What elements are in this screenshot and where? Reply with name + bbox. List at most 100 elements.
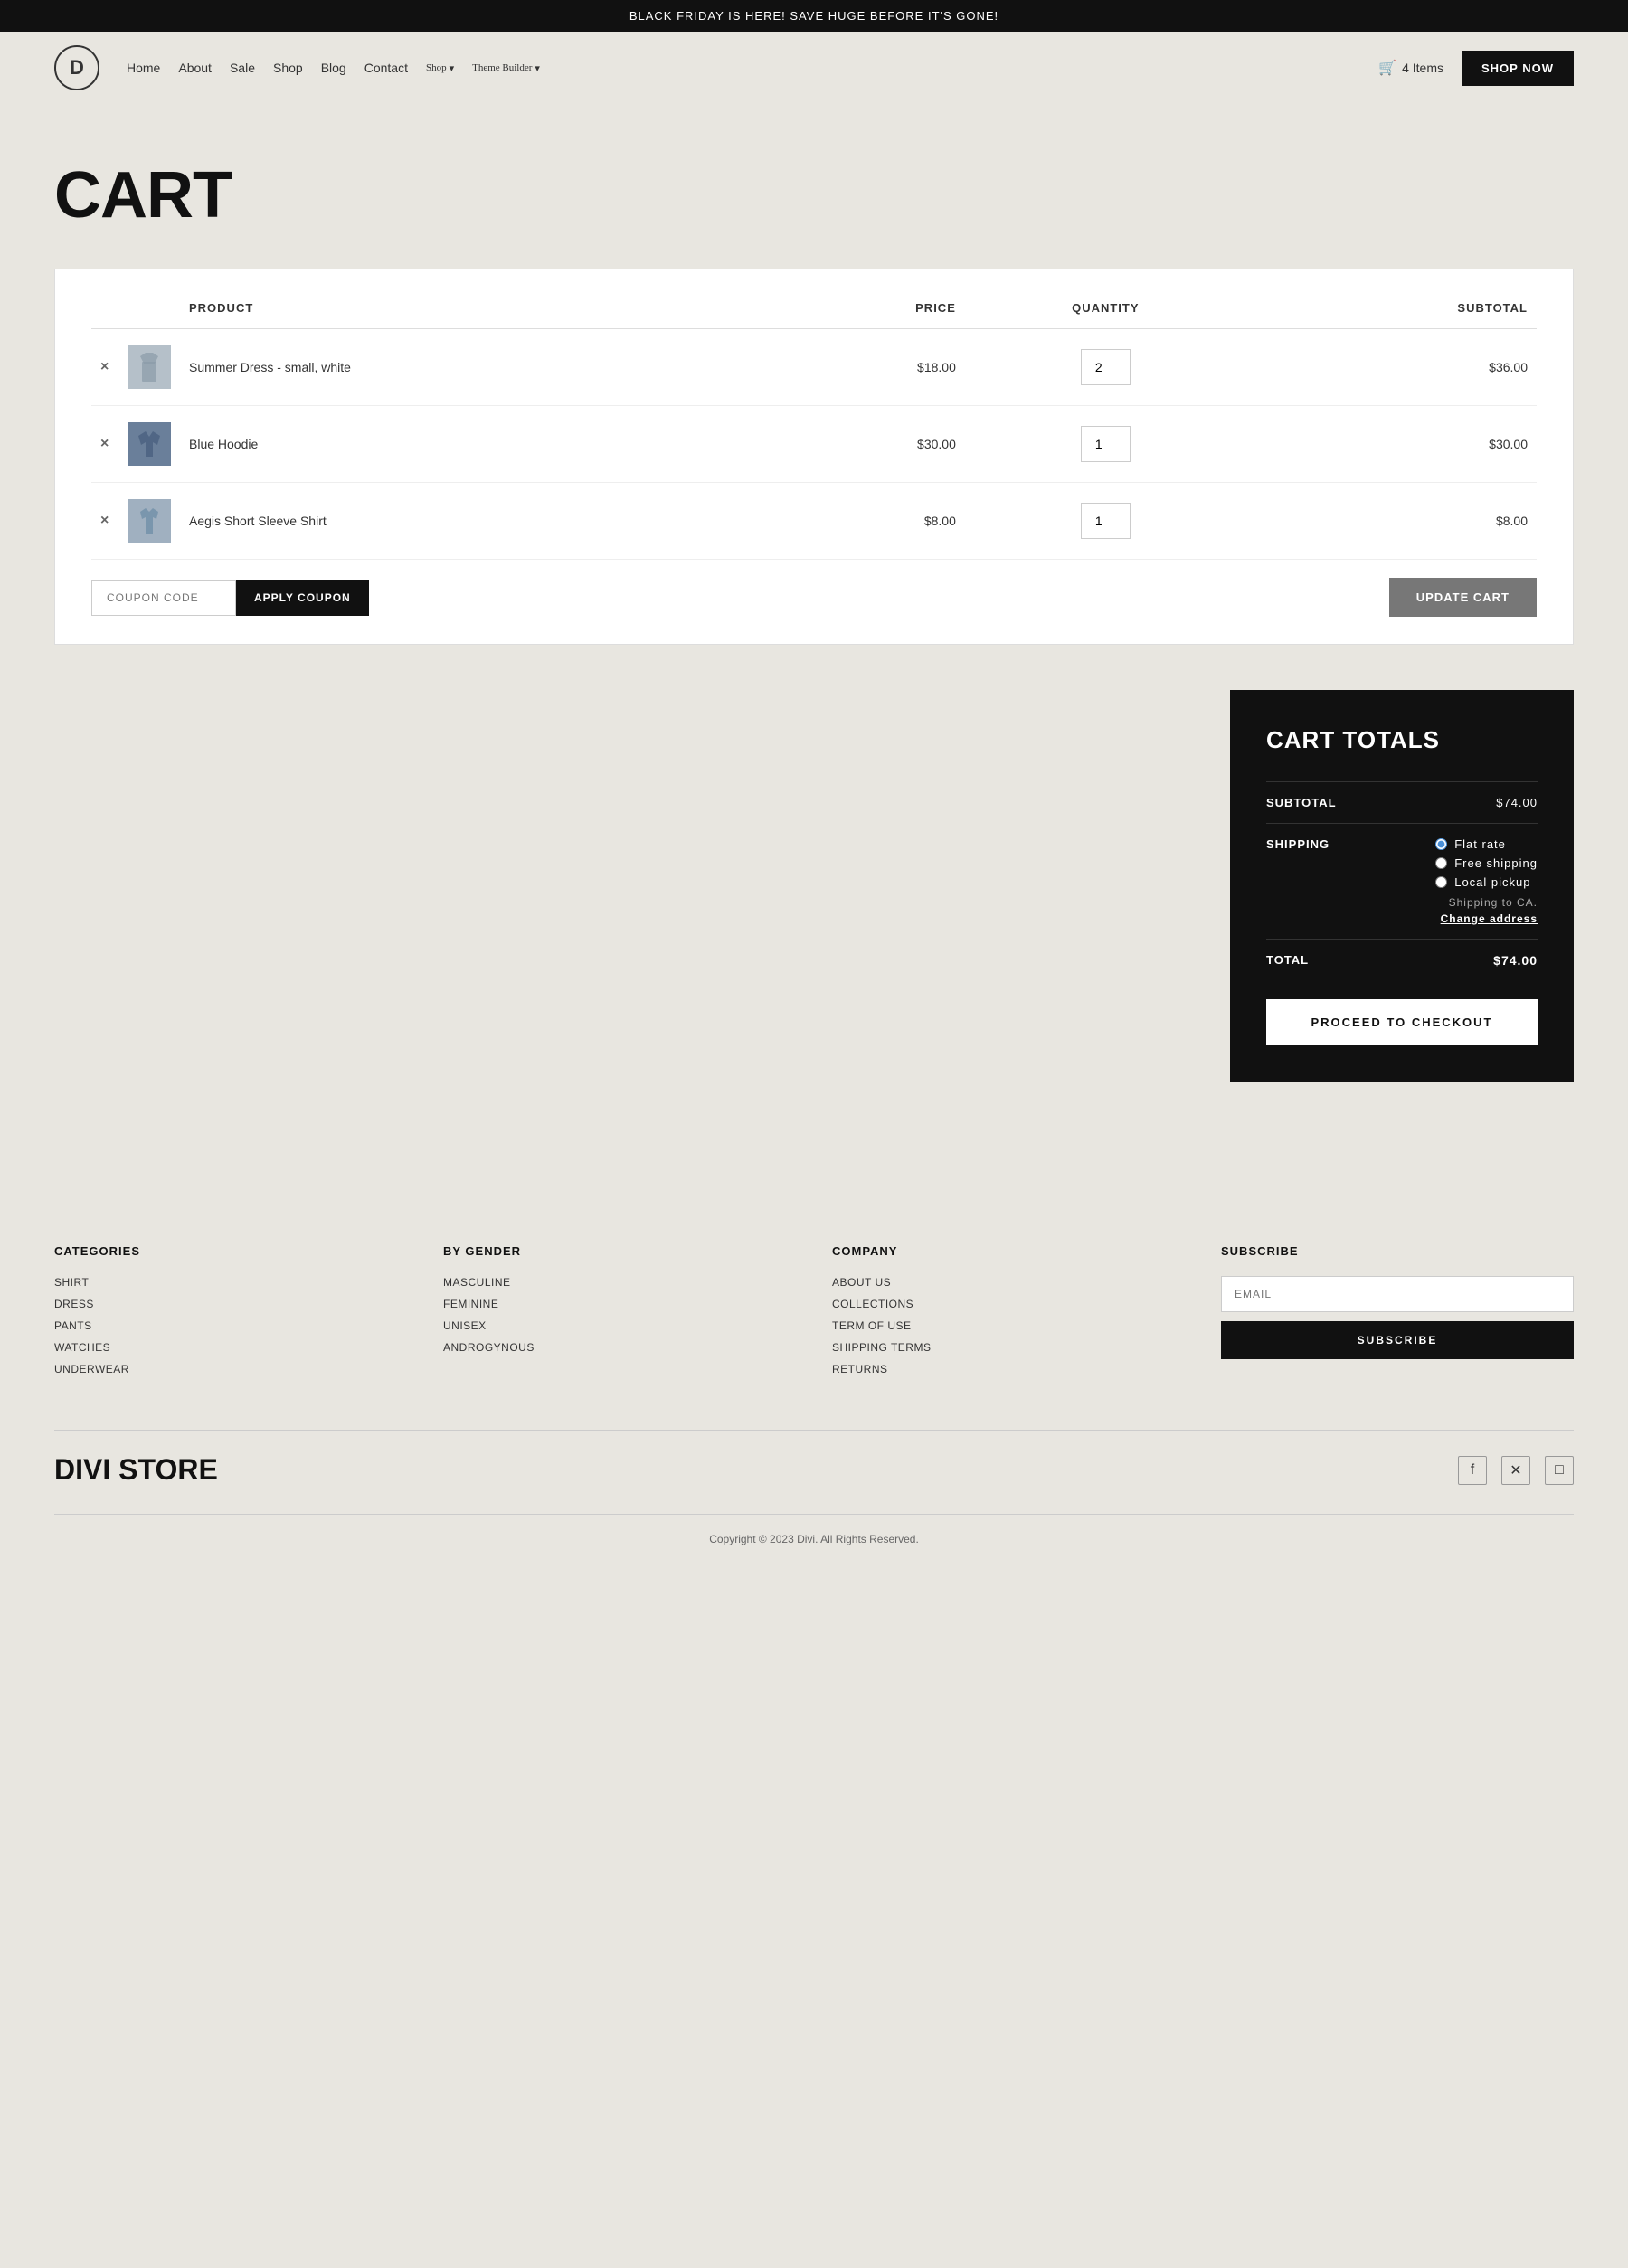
- apply-coupon-button[interactable]: APPLY COUPON: [236, 580, 369, 616]
- shipping-label: SHIPPING: [1266, 837, 1330, 851]
- local-pickup-radio[interactable]: [1435, 876, 1447, 888]
- footer: CATEGORIES SHIRT DRESS PANTS WATCHES UND…: [0, 1190, 1628, 1573]
- product-1-subtotal: $36.00: [1246, 329, 1537, 406]
- cart-totals-box: CART TOTALS SUBTOTAL $74.00 SHIPPING Fla…: [1230, 690, 1574, 1082]
- update-cart-button[interactable]: UPDATE CART: [1389, 578, 1537, 617]
- footer-brand: DIVI STORE: [54, 1453, 218, 1487]
- footer-columns: CATEGORIES SHIRT DRESS PANTS WATCHES UND…: [54, 1244, 1574, 1384]
- company-title: COMPANY: [832, 1244, 1185, 1258]
- logo: D: [54, 45, 99, 90]
- footer-copyright: Copyright © 2023 Divi. All Rights Reserv…: [54, 1514, 1574, 1545]
- product-2-subtotal: $30.00: [1246, 406, 1537, 483]
- cart-table-wrapper: PRODUCT PRICE QUANTITY SUBTOTAL: [54, 269, 1574, 645]
- product-3-price: $8.00: [772, 483, 965, 560]
- col-product-header: PRODUCT: [180, 288, 772, 329]
- instagram-icon[interactable]: □: [1545, 1456, 1574, 1485]
- subtotal-value: $74.00: [1496, 796, 1538, 809]
- col-remove-header: [91, 288, 118, 329]
- shop-now-button[interactable]: SHOP NOW: [1462, 51, 1574, 86]
- nav-shop[interactable]: Shop: [273, 61, 303, 75]
- product-2-image: [128, 422, 171, 466]
- shipping-row: SHIPPING Flat rate Free shipping: [1266, 823, 1538, 939]
- product-3-qty-input[interactable]: [1081, 503, 1131, 539]
- product-2-price: $30.00: [772, 406, 965, 483]
- total-row: TOTAL $74.00: [1266, 939, 1538, 981]
- cat-watches[interactable]: WATCHES: [54, 1341, 407, 1354]
- gender-unisex[interactable]: UNISEX: [443, 1319, 796, 1332]
- col-price-header: PRICE: [772, 288, 965, 329]
- cart-actions: APPLY COUPON UPDATE CART: [91, 578, 1537, 617]
- product-1-image: [128, 345, 171, 389]
- free-shipping-radio[interactable]: [1435, 857, 1447, 869]
- subscribe-email-input[interactable]: [1221, 1276, 1574, 1312]
- col-img-header: [118, 288, 180, 329]
- product-3-image: [128, 499, 171, 543]
- company-collections[interactable]: COLLECTIONS: [832, 1298, 1185, 1310]
- footer-by-gender: BY GENDER MASCULINE FEMININE UNISEX ANDR…: [443, 1244, 796, 1384]
- nav-theme-builder-dropdown[interactable]: Theme Builder ▾: [472, 62, 540, 74]
- main-content: PRODUCT PRICE QUANTITY SUBTOTAL: [0, 269, 1628, 1190]
- checkout-button[interactable]: PROCEED TO CHECKOUT: [1266, 999, 1538, 1045]
- cat-shirt[interactable]: SHIRT: [54, 1276, 407, 1289]
- coupon-area: APPLY COUPON: [91, 580, 369, 616]
- company-shipping[interactable]: SHIPPING TERMS: [832, 1341, 1185, 1354]
- coupon-input[interactable]: [91, 580, 236, 616]
- product-2-qty-input[interactable]: [1081, 426, 1131, 462]
- product-1-price: $18.00: [772, 329, 965, 406]
- shipping-options: Flat rate Free shipping Local pickup Shi…: [1435, 837, 1538, 925]
- table-row: × Summer Dress - small, white: [91, 329, 1537, 406]
- remove-item-1-button[interactable]: ×: [100, 359, 109, 375]
- gender-masculine[interactable]: MASCULINE: [443, 1276, 796, 1289]
- subscribe-button[interactable]: SUBSCRIBE: [1221, 1321, 1574, 1359]
- shipping-to: Shipping to CA.: [1435, 896, 1538, 909]
- nav-about[interactable]: About: [178, 61, 212, 75]
- nav-home[interactable]: Home: [127, 61, 160, 75]
- page-title-section: CART: [0, 104, 1628, 269]
- company-about[interactable]: ABOUT US: [832, 1276, 1185, 1289]
- cart-link[interactable]: 🛒 4 Items: [1378, 59, 1443, 77]
- product-1-qty-input[interactable]: [1081, 349, 1131, 385]
- cart-table: PRODUCT PRICE QUANTITY SUBTOTAL: [91, 288, 1537, 560]
- table-row: × Aegis Short Sleeve Shirt: [91, 483, 1537, 560]
- subtotal-label: SUBTOTAL: [1266, 796, 1337, 809]
- facebook-icon[interactable]: f: [1458, 1456, 1487, 1485]
- change-address-link[interactable]: Change address: [1435, 912, 1538, 925]
- shipping-flat-rate[interactable]: Flat rate: [1435, 837, 1538, 851]
- product-2-name: Blue Hoodie: [180, 406, 772, 483]
- cart-totals-title: CART TOTALS: [1266, 726, 1538, 754]
- gender-feminine[interactable]: FEMININE: [443, 1298, 796, 1310]
- nav-contact[interactable]: Contact: [364, 61, 408, 75]
- cart-icon: 🛒: [1378, 59, 1396, 77]
- footer-subscribe: SUBSCRIBE SUBSCRIBE: [1221, 1244, 1574, 1384]
- nav-blog[interactable]: Blog: [321, 61, 346, 75]
- shipping-local[interactable]: Local pickup: [1435, 875, 1538, 889]
- remove-item-2-button[interactable]: ×: [100, 436, 109, 452]
- twitter-icon[interactable]: ✕: [1501, 1456, 1530, 1485]
- shipping-free[interactable]: Free shipping: [1435, 856, 1538, 870]
- nav-sale[interactable]: Sale: [230, 61, 255, 75]
- total-label: TOTAL: [1266, 953, 1309, 967]
- subscribe-title: SUBSCRIBE: [1221, 1244, 1574, 1258]
- footer-company: COMPANY ABOUT US COLLECTIONS TERM OF USE…: [832, 1244, 1185, 1384]
- by-gender-title: BY GENDER: [443, 1244, 796, 1258]
- remove-item-3-button[interactable]: ×: [100, 513, 109, 529]
- company-terms[interactable]: TERM OF USE: [832, 1319, 1185, 1332]
- nav-shop-dropdown[interactable]: Shop ▾: [426, 62, 454, 74]
- top-banner: BLACK FRIDAY IS HERE! SAVE HUGE BEFORE I…: [0, 0, 1628, 32]
- cat-pants[interactable]: PANTS: [54, 1319, 407, 1332]
- total-value: $74.00: [1493, 953, 1538, 968]
- header-left: D Home About Sale Shop Blog Contact Shop…: [54, 45, 540, 90]
- page-title: CART: [54, 158, 1574, 232]
- company-returns[interactable]: RETURNS: [832, 1363, 1185, 1375]
- cat-underwear[interactable]: UNDERWEAR: [54, 1363, 407, 1375]
- header-right: 🛒 4 Items SHOP NOW: [1378, 51, 1574, 86]
- social-icons: f ✕ □: [1458, 1456, 1574, 1485]
- cart-item-count: 4 Items: [1402, 61, 1443, 75]
- subtotal-row: SUBTOTAL $74.00: [1266, 781, 1538, 823]
- cat-dress[interactable]: DRESS: [54, 1298, 407, 1310]
- table-row: × Blue Hoodie $30.00: [91, 406, 1537, 483]
- header: D Home About Sale Shop Blog Contact Shop…: [0, 32, 1628, 104]
- flat-rate-radio[interactable]: [1435, 838, 1447, 850]
- gender-androgynous[interactable]: ANDROGYNOUS: [443, 1341, 796, 1354]
- footer-bottom: DIVI STORE f ✕ □: [54, 1430, 1574, 1487]
